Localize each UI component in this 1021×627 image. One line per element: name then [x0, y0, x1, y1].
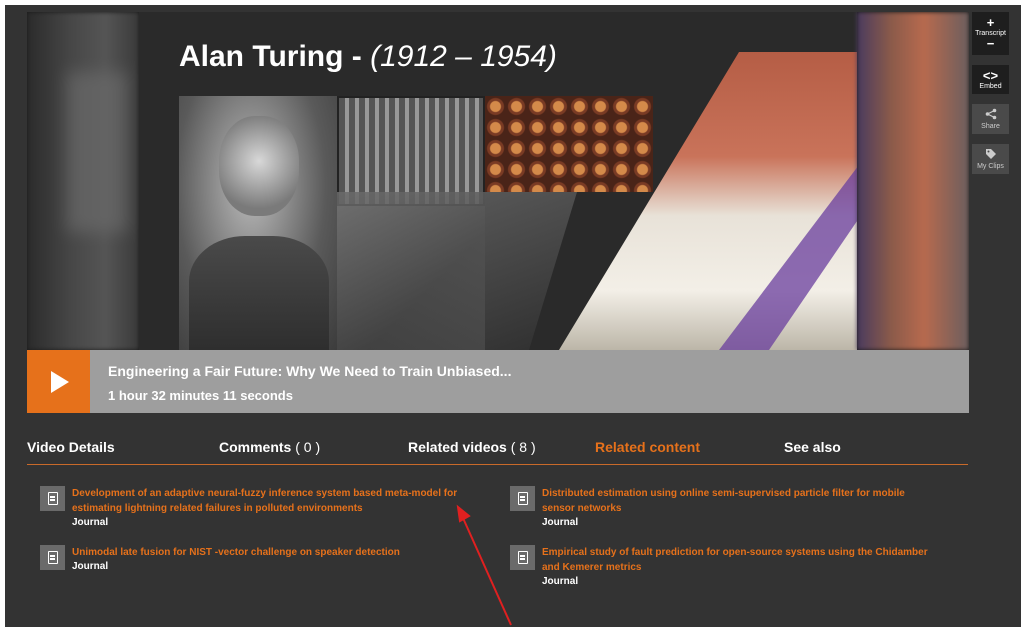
annotation-arrow	[456, 504, 512, 626]
